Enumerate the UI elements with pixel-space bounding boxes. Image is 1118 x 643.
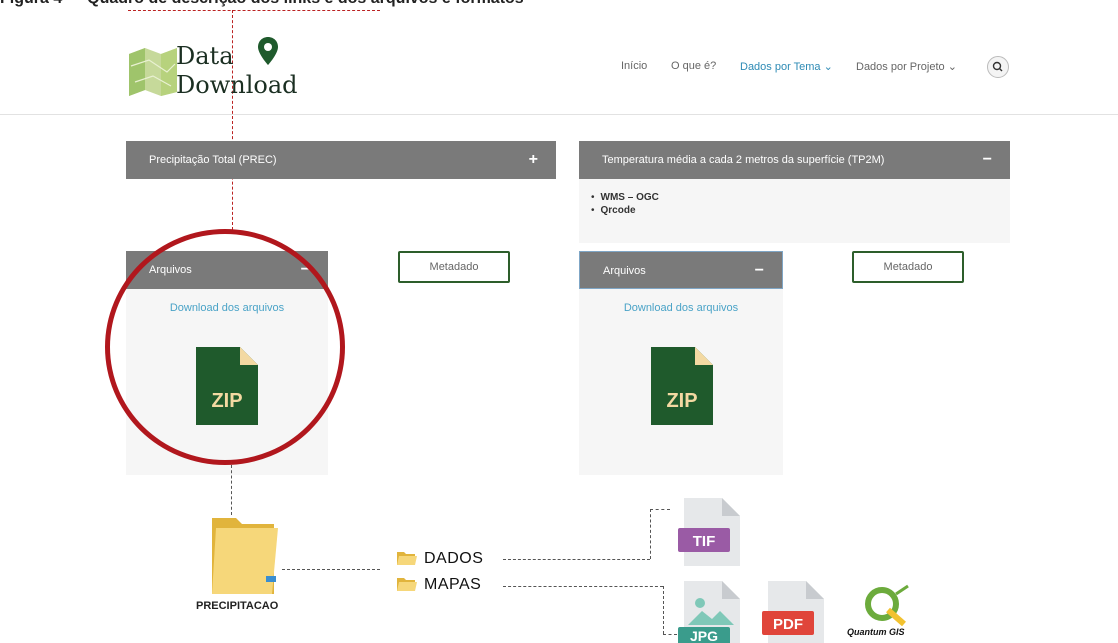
logo-text-download: Download	[176, 71, 298, 99]
logo-text-data: Data	[176, 42, 234, 70]
connector-dados-vertical	[650, 509, 651, 559]
nav-dados-por-tema[interactable]: Dados por Tema ⌄	[740, 60, 833, 73]
accordion-title: Arquivos	[603, 265, 646, 277]
metadado-button-left[interactable]: Metadado	[398, 251, 510, 283]
accordion-title: Temperatura média a cada 2 metros da sup…	[602, 154, 885, 166]
nav-dados-por-projeto[interactable]: Dados por Projeto ⌄	[856, 60, 957, 73]
subfolder-dados: DADOS	[424, 550, 484, 567]
tif-file-icon: TIF	[678, 498, 740, 566]
expand-icon: +	[528, 151, 538, 168]
caption-underline	[128, 10, 380, 11]
search-button[interactable]	[987, 56, 1009, 78]
bullet-list: WMS – OGC Qrcode	[591, 192, 659, 216]
search-icon	[992, 61, 1003, 72]
collapse-icon: −	[754, 262, 764, 279]
map-icon	[129, 48, 177, 96]
accordion-arquivos-right[interactable]: Arquivos −	[579, 251, 783, 289]
folder-icon	[212, 518, 278, 594]
metadado-button-right[interactable]: Metadado	[852, 251, 964, 283]
pdf-label: PDF	[773, 616, 803, 633]
nav-inicio[interactable]: Início	[621, 60, 647, 72]
collapse-icon: −	[982, 151, 992, 168]
connector-dados	[503, 559, 650, 560]
pdf-file-icon: PDF	[762, 581, 824, 643]
connector-mapas-to-jpg	[663, 634, 677, 635]
accordion-temperatura[interactable]: Temperatura média a cada 2 metros da sup…	[579, 141, 1010, 179]
folder-icon	[397, 578, 417, 591]
jpg-file-icon: JPG	[678, 581, 740, 643]
download-link-right[interactable]: Download dos arquivos	[579, 302, 783, 314]
figure-caption: Figura 4 — Quadro de descrição dos links…	[0, 0, 524, 8]
qgis-logo-icon	[865, 584, 909, 626]
zip-file-icon[interactable]: ZIP	[651, 347, 713, 425]
subfolder-mapas: MAPAS	[424, 576, 482, 593]
folder-label-precipitacao: PRECIPITACAO	[196, 600, 279, 612]
connector-folder-to-subfolders	[282, 569, 380, 570]
connector-dados-to-tif	[650, 509, 670, 510]
header-divider	[0, 114, 1118, 115]
qgis-label: Quantum GIS	[847, 627, 905, 637]
accordion-title: Precipitação Total (PREC)	[149, 154, 277, 166]
highlight-circle	[105, 229, 345, 465]
location-pin-icon	[258, 37, 278, 65]
zip-label: ZIP	[666, 390, 697, 412]
connector-zip-to-folder	[231, 465, 232, 515]
accordion-precipitacao[interactable]: Precipitação Total (PREC) +	[126, 141, 556, 179]
connector-mapas	[503, 586, 663, 587]
folder-icon	[397, 552, 417, 565]
nav-o-que-e[interactable]: O que é?	[671, 60, 716, 72]
logo[interactable]: Data Download	[127, 37, 313, 104]
bullet-qrcode[interactable]: Qrcode	[591, 205, 659, 216]
connector-mapas-vertical	[663, 586, 664, 634]
jpg-label: JPG	[690, 628, 718, 643]
bullet-wms[interactable]: WMS – OGC	[591, 192, 659, 203]
tif-label: TIF	[693, 533, 716, 550]
